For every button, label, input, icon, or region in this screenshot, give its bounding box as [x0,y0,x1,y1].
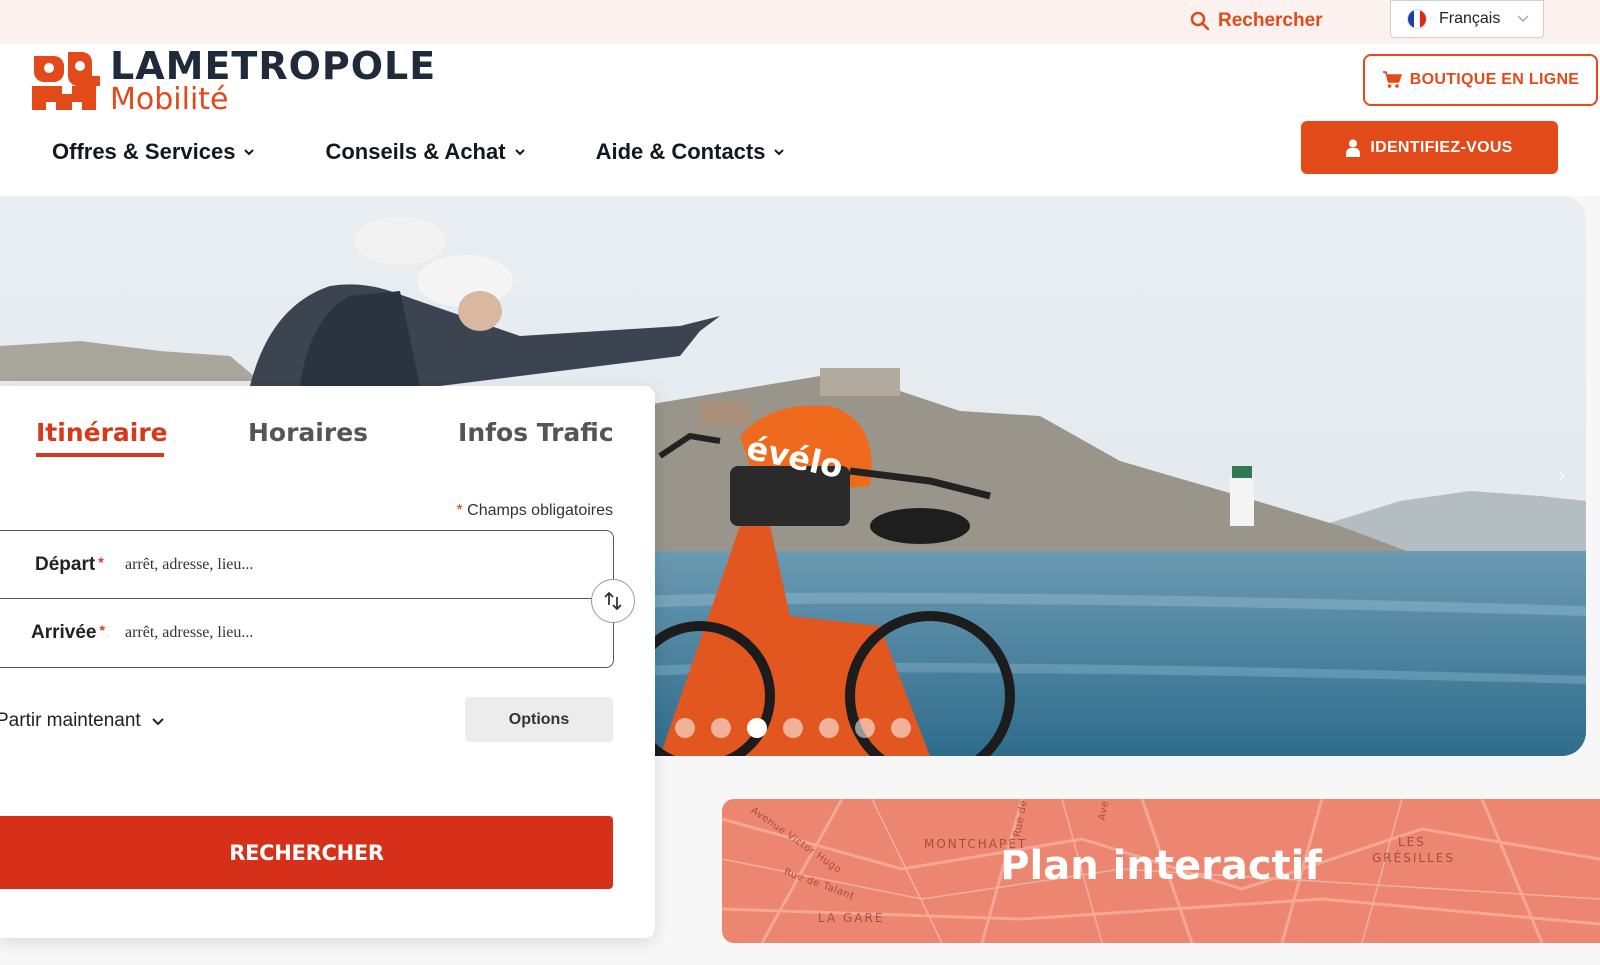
options-button[interactable]: Options [465,697,613,742]
search-icon [1190,11,1210,31]
carousel-dot-active[interactable] [747,718,767,738]
nav-conseils-achat[interactable]: Conseils & Achat [325,139,525,165]
required-fields-note: * Champs obligatoires [456,502,613,520]
route-planner: Itinéraire Horaires Infos Trafic * Champ… [0,386,655,938]
cart-icon [1382,71,1402,88]
carousel-dot[interactable] [711,718,731,738]
logo-mark-icon [32,52,100,110]
departure-label-text: Départ [35,553,96,575]
arrival-row: Arrivée * [0,599,613,667]
tab-infos-trafic[interactable]: Infos Trafic [458,418,614,457]
nav-offres-services[interactable]: Offres & Services [52,139,255,165]
carousel-dot[interactable] [819,718,839,738]
main-nav: Offres & Services Conseils & Achat Aide … [52,139,855,165]
chevron-down-icon [151,718,164,726]
map-banner-title: Plan interactif [1000,843,1322,889]
arrival-input[interactable] [125,624,565,642]
swap-locations-button[interactable] [591,579,635,623]
chevron-down-icon [244,149,255,156]
departure-time-label: Partir maintenant [0,710,141,731]
tab-horaires[interactable]: Horaires [248,418,368,457]
carousel-dot[interactable] [783,718,803,738]
carousel-dot[interactable] [855,718,875,738]
planner-tabs: Itinéraire Horaires Infos Trafic [36,418,614,457]
search-submit-button[interactable]: RECHERCHER [0,816,613,889]
nav-aide-contacts[interactable]: Aide & Contacts [596,139,786,165]
chevron-down-icon [774,149,785,156]
french-flag-icon [1407,9,1427,29]
login-button[interactable]: IDENTIFIEZ-VOUS [1301,121,1558,174]
departure-row: Départ * [0,531,613,599]
swap-arrows-icon [604,591,622,611]
map-label-la-gare: LA GARE [818,911,885,925]
required-marker: * [98,553,104,570]
nav-label: Conseils & Achat [325,139,506,164]
online-shop-button[interactable]: BOUTIQUE EN LIGNE [1363,54,1598,106]
departure-input[interactable] [125,555,565,574]
chevron-down-icon [514,149,525,156]
tab-itineraire[interactable]: Itinéraire [36,418,168,457]
location-fields: Départ* Arrivée* [0,530,614,668]
search-label: Rechercher [1218,10,1323,31]
carousel-next-arrow[interactable]: › [1558,462,1565,488]
arrival-label: Arrivée * [31,622,105,644]
nav-label: Offres & Services [52,139,236,164]
departure-label: Départ * [35,554,104,576]
arrival-label-text: Arrivée [31,622,97,643]
chevron-down-icon [1517,15,1529,23]
language-select[interactable]: Français [1390,0,1544,38]
language-label: Français [1439,10,1501,27]
search-link[interactable]: Rechercher [1190,6,1323,36]
carousel-dots [675,718,911,738]
interactive-map-banner[interactable]: MONTCHAPET LES GRÉSILLES LA GARE Avenue … [722,799,1600,943]
login-label: IDENTIFIEZ-VOUS [1370,138,1513,156]
user-icon [1346,139,1361,157]
departure-time-select[interactable]: Partir maintenant [0,710,165,732]
site-header: LAMETROPOLE Mobilité BOUTIQUE EN LIGNE I… [0,44,1600,196]
nav-label: Aide & Contacts [595,139,766,164]
carousel-dot[interactable] [891,718,911,738]
logo-text-bottom: Mobilité [110,82,229,117]
required-marker: * [99,622,105,638]
online-shop-label: BOUTIQUE EN LIGNE [1409,71,1580,88]
required-marker: * [456,502,463,519]
required-fields-label: Champs obligatoires [467,502,613,519]
metropole-logo[interactable]: LAMETROPOLE Mobilité [30,44,435,122]
utility-bar: Rechercher Français [0,0,1600,44]
carousel-dot[interactable] [675,718,695,738]
